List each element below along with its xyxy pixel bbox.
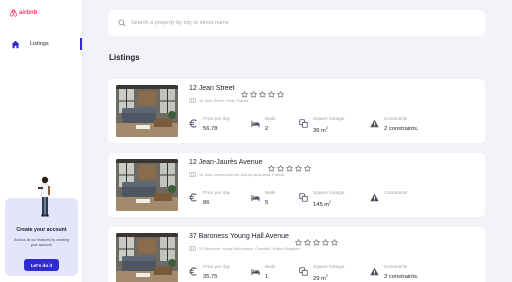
- star-icon[interactable]: [286, 159, 293, 177]
- listing-card[interactable]: 12 Jean-Jaurès Avenue 12 Jean-Jaurès Ave…: [108, 153, 485, 217]
- map-icon: [189, 246, 196, 251]
- brand-logo[interactable]: airbnb: [10, 9, 37, 17]
- sqft-unit-exp: 2: [325, 126, 328, 130]
- address-text: 12 Jean Street, Paris, France: [199, 98, 249, 103]
- living-room-image: [116, 159, 178, 211]
- search-bar[interactable]: [108, 10, 485, 36]
- price-label: Price per day: [203, 264, 231, 269]
- lets-do-it-button[interactable]: Let's do it: [24, 259, 59, 271]
- price-label: Price per day: [203, 190, 231, 195]
- price-label: Price per day: [203, 116, 231, 121]
- euro-icon: [189, 119, 197, 128]
- listing-address: 12 Jean Street, Paris, France: [189, 98, 248, 103]
- star-icon[interactable]: [259, 85, 266, 103]
- bed-icon: [251, 194, 260, 202]
- warning-icon: [370, 267, 379, 276]
- bed-icon: [251, 268, 260, 276]
- beds-value: 2: [265, 126, 269, 132]
- star-icon[interactable]: [313, 233, 320, 251]
- listing-photo[interactable]: [116, 233, 178, 282]
- constraints-value: 2 constraints.: [384, 126, 419, 132]
- star-icon[interactable]: [304, 233, 311, 251]
- sidebar-item-label: Listings: [30, 41, 49, 47]
- map-icon: [189, 172, 196, 177]
- address-text: 12 Jean-Jaurès Avenue, Aulnay-sous-Bois,…: [199, 172, 285, 177]
- listing-title[interactable]: 12 Jean-Jaurès Avenue: [189, 159, 262, 166]
- sqft-unit-exp: 2: [329, 200, 332, 204]
- listing-address: 37 Baroness Young Hall Avenue, Cranfield…: [189, 246, 300, 251]
- square-footage-icon: [299, 119, 308, 128]
- star-icon[interactable]: [268, 85, 275, 103]
- listing-photo[interactable]: [116, 159, 178, 211]
- promo-text: Access all our features by creating your…: [14, 238, 69, 247]
- listing-card[interactable]: 37 Baroness Young Hall Avenue 37 Barones…: [108, 227, 485, 282]
- promo-title: Create your account: [16, 227, 67, 233]
- constraints-label: Constraints: [384, 190, 408, 195]
- map-icon: [189, 98, 196, 103]
- price-value: 86: [203, 200, 210, 206]
- sidebar: airbnb Listings Create your account Acce…: [0, 0, 83, 282]
- sqft-label: Square footage: [313, 190, 345, 195]
- sqft-value: 36 m2: [313, 126, 328, 134]
- search-input[interactable]: [131, 20, 471, 26]
- constraints-label: Constraints: [384, 116, 408, 121]
- price-value: 35.75: [203, 274, 218, 280]
- sqft-number: 36 m: [313, 127, 326, 134]
- warning-icon: [370, 119, 379, 128]
- beds-label: Beds: [265, 190, 276, 195]
- sqft-value: 29 m2: [313, 274, 328, 282]
- create-account-card: Create your account Access all our featu…: [5, 176, 78, 276]
- constraints-value: 3 constraints.: [384, 274, 419, 280]
- listing-title[interactable]: 37 Baroness Young Hall Avenue: [189, 233, 289, 240]
- square-footage-icon: [299, 193, 308, 202]
- star-icon[interactable]: [250, 85, 257, 103]
- listing-address: 12 Jean-Jaurès Avenue, Aulnay-sous-Bois,…: [189, 172, 284, 177]
- person-illustration: [38, 176, 50, 217]
- living-room-image: [116, 85, 178, 137]
- brand-name: airbnb: [19, 10, 38, 16]
- star-icon[interactable]: [331, 233, 338, 251]
- sqft-unit-exp: 2: [325, 274, 328, 278]
- home-icon: [11, 40, 20, 48]
- euro-icon: [189, 267, 197, 276]
- search-icon: [118, 19, 126, 27]
- bed-icon: [251, 120, 260, 128]
- listing-title[interactable]: 12 Jean Street: [189, 85, 235, 92]
- airbnb-logo-icon: [10, 9, 17, 17]
- beds-value: 5: [265, 200, 269, 206]
- living-room-image: [116, 233, 178, 282]
- beds-value: 1: [265, 274, 269, 280]
- beds-label: Beds: [265, 116, 276, 121]
- star-icon[interactable]: [295, 159, 302, 177]
- sqft-number: 145 m: [313, 201, 330, 208]
- square-footage-icon: [299, 267, 308, 276]
- warning-icon: [370, 193, 379, 202]
- star-icon[interactable]: [277, 85, 284, 103]
- sqft-number: 29 m: [313, 275, 326, 282]
- sqft-value: 145 m2: [313, 200, 331, 208]
- sqft-label: Square footage: [313, 116, 345, 121]
- constraints-label: Constraints: [384, 264, 408, 269]
- sidebar-item-listings[interactable]: Listings: [0, 38, 83, 50]
- rating-stars[interactable]: [295, 233, 338, 251]
- active-indicator: [80, 38, 82, 50]
- beds-label: Beds: [265, 264, 276, 269]
- listing-photo[interactable]: [116, 85, 178, 137]
- page-title: Listings: [109, 53, 140, 62]
- address-text: 37 Baroness Young Hall Avenue, Cranfield…: [199, 246, 300, 251]
- star-icon[interactable]: [304, 159, 311, 177]
- listing-card[interactable]: 12 Jean Street 12 Jean Street, Paris, Fr…: [108, 79, 485, 143]
- star-icon[interactable]: [322, 233, 329, 251]
- price-value: 56.78: [203, 126, 218, 132]
- sqft-label: Square footage: [313, 264, 345, 269]
- euro-icon: [189, 193, 197, 202]
